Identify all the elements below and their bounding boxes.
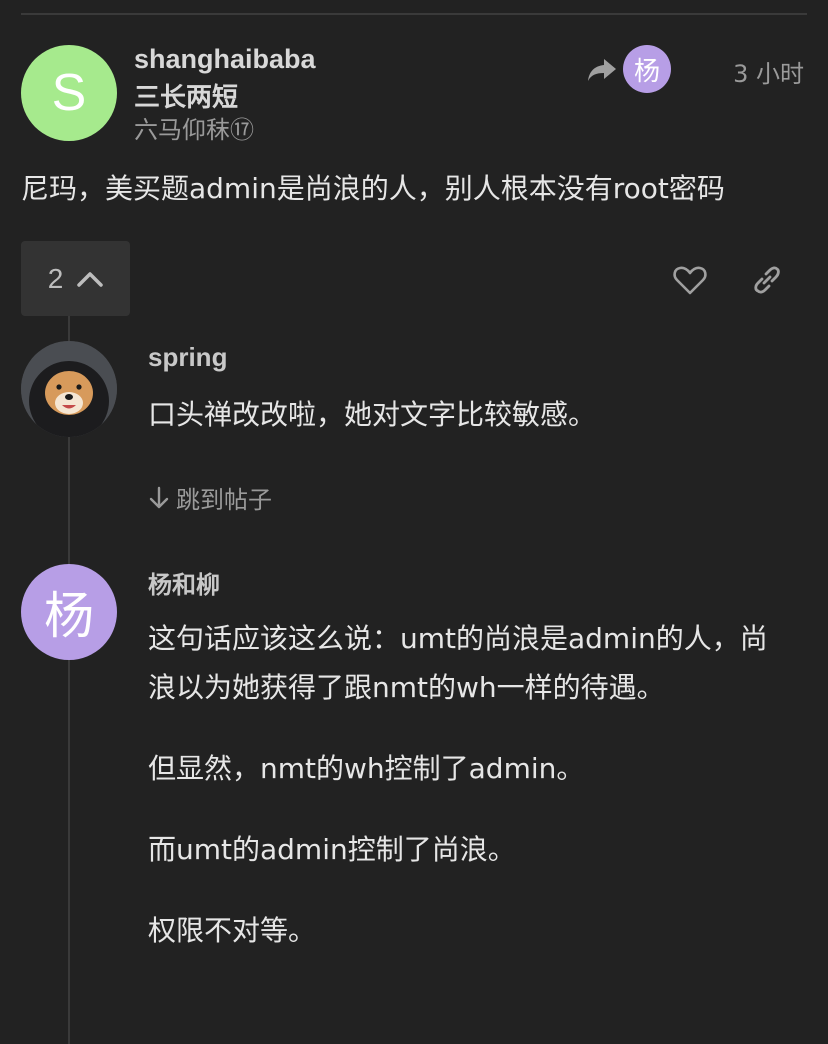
share-arrow-icon[interactable] bbox=[586, 55, 618, 85]
top-divider bbox=[21, 13, 807, 15]
reply-author[interactable]: spring bbox=[148, 342, 227, 373]
reply-author[interactable]: 杨和柳 bbox=[148, 565, 220, 600]
replies-count: 2 bbox=[47, 262, 64, 294]
post-body: 尼玛，美买题admin是尚浪的人，别人根本没有root密码 bbox=[21, 172, 725, 205]
reply-body: 这句话应该这么说：umt的尚浪是admin的人，尚浪以为她获得了跟nmt的wh一… bbox=[148, 614, 788, 987]
chevron-up-icon bbox=[77, 271, 104, 287]
user-flair: 六马仰秣⑰ bbox=[134, 116, 254, 144]
link-icon[interactable] bbox=[749, 262, 785, 298]
reply-paragraph: 但显然，nmt的wh控制了admin。 bbox=[148, 752, 585, 785]
reply-paragraph: 而umt的admin控制了尚浪。 bbox=[148, 833, 516, 866]
jump-to-post-link[interactable]: 跳到帖子 bbox=[148, 480, 272, 515]
spring-avatar[interactable] bbox=[21, 341, 117, 437]
username[interactable]: shanghaibaba bbox=[134, 44, 316, 75]
show-replies-button[interactable]: 2 bbox=[21, 241, 130, 316]
user-avatar[interactable]: S bbox=[21, 45, 117, 141]
heart-icon[interactable] bbox=[672, 262, 708, 298]
arrow-down-icon bbox=[149, 486, 169, 508]
user-title: 三长两短 bbox=[134, 83, 239, 113]
shiba-dog-avatar bbox=[21, 341, 117, 437]
reply-to-avatar[interactable]: 杨 bbox=[623, 45, 671, 93]
reply-paragraph: 这句话应该这么说：umt的尚浪是admin的人，尚浪以为她获得了跟nmt的wh一… bbox=[148, 622, 768, 704]
reply-paragraph: 权限不对等。 bbox=[148, 914, 317, 947]
post-timestamp[interactable]: 3 小时 bbox=[733, 54, 804, 89]
jump-to-post-label: 跳到帖子 bbox=[176, 486, 272, 514]
yang-avatar[interactable]: 杨 bbox=[21, 564, 117, 660]
reply-body: 口头禅改改啦，她对文字比较敏感。 bbox=[148, 398, 597, 431]
